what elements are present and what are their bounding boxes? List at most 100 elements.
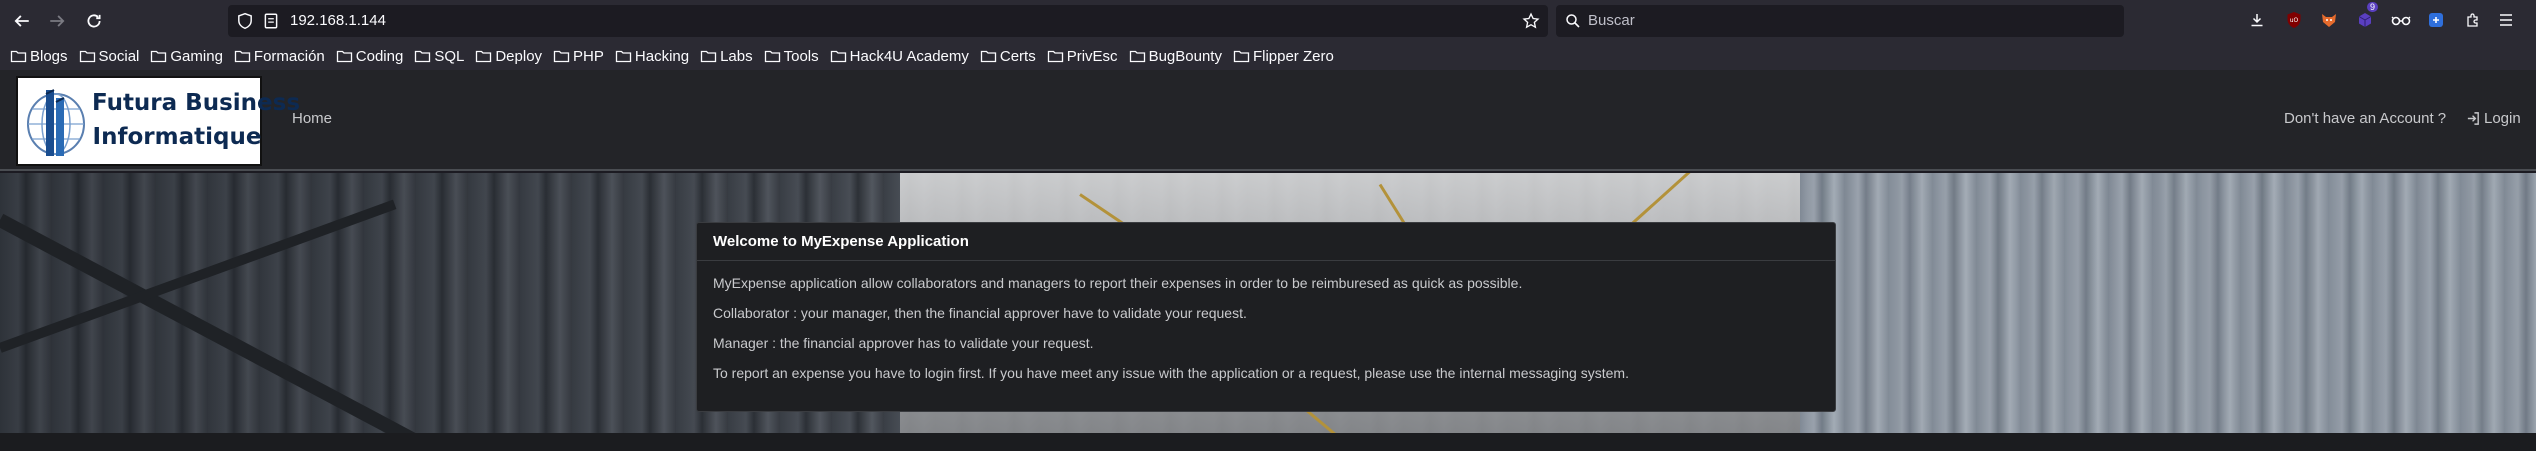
footer-strip <box>0 433 2536 451</box>
nav-login-label: Login <box>2484 110 2521 127</box>
logo-text-line1: Futura Business <box>92 90 301 116</box>
folder-icon <box>830 50 846 63</box>
welcome-paragraph: MyExpense application allow collaborator… <box>713 275 1523 291</box>
site-header: Futura Business Informatique Home Don't … <box>0 70 2536 171</box>
arrow-left-icon <box>14 15 29 27</box>
folder-icon <box>700 50 717 63</box>
nav-home-link[interactable]: Home <box>292 110 332 127</box>
menu-button[interactable] <box>2495 9 2517 31</box>
svg-text:uO: uO <box>2290 17 2299 24</box>
logo-text-line2: Informatique <box>92 124 262 150</box>
arrow-right-icon <box>50 15 65 27</box>
bookmark-folder[interactable]: PHP <box>553 48 604 65</box>
nav-login-link[interactable]: Login <box>2466 110 2521 127</box>
welcome-card: Welcome to MyExpense Application MyExpen… <box>696 222 1836 412</box>
bookmark-folder[interactable]: Deploy <box>475 48 542 65</box>
bookmark-label: Gaming <box>170 47 223 65</box>
welcome-card-body: MyExpense application allow collaborator… <box>697 261 1835 409</box>
wappalyzer-extension[interactable] <box>2390 9 2412 31</box>
folder-icon <box>476 50 492 63</box>
sign-in-icon <box>2467 112 2479 125</box>
ublock-icon: uO <box>2287 12 2301 28</box>
welcome-paragraph: To report an expense you have to login f… <box>713 365 1629 381</box>
bookmark-label: PrivEsc <box>1066 47 1118 65</box>
bookmark-label: BugBounty <box>1148 47 1222 65</box>
fox-icon <box>2322 14 2336 27</box>
bookmark-folder[interactable]: Certs <box>980 48 1036 65</box>
bookmark-folder[interactable]: Social <box>79 47 140 65</box>
bookmark-folder[interactable]: Formación <box>234 48 325 65</box>
bookmark-label: Coding <box>355 47 404 65</box>
downloads-button[interactable] <box>2246 9 2268 31</box>
cookie-editor-extension[interactable] <box>2425 9 2447 31</box>
folder-icon <box>151 50 167 63</box>
bookmarks-toolbar: Blogs Social Gaming Formación Coding SQL Deplo… <box>0 42 2536 70</box>
search-icon <box>1566 14 1580 28</box>
back-button[interactable] <box>7 6 37 36</box>
browser-toolbar: 192.168.1.144 Buscar uO 9 <box>0 0 2536 42</box>
folder-icon <box>336 50 352 63</box>
bookmark-label: Hack4U Academy <box>849 47 969 65</box>
welcome-card-title: Welcome to MyExpense Application <box>697 223 1835 261</box>
bookmark-label: Certs <box>999 47 1036 65</box>
reload-button[interactable] <box>79 6 109 36</box>
bookmark-label: Blogs <box>30 47 68 65</box>
url-text[interactable]: 192.168.1.144 <box>290 5 386 37</box>
folder-icon <box>1233 50 1250 63</box>
cube-icon <box>2358 13 2372 27</box>
folder-icon <box>615 50 632 63</box>
bookmark-folder[interactable]: Blogs <box>10 48 68 65</box>
bookmark-label: Flipper Zero <box>1252 47 1334 65</box>
hamburger-icon <box>2500 14 2512 26</box>
bookmark-folder[interactable]: SQL <box>414 48 464 65</box>
address-bar[interactable]: 192.168.1.144 <box>228 5 1548 37</box>
bookmark-folder[interactable]: PrivEsc <box>1047 48 1118 65</box>
folder-icon <box>10 50 27 63</box>
download-icon <box>2251 14 2263 27</box>
extensions-button[interactable] <box>2462 9 2484 31</box>
foxyproxy-extension[interactable] <box>2318 9 2340 31</box>
bookmark-label: Hacking <box>634 47 690 65</box>
badge-blue-icon <box>2429 13 2443 27</box>
bookmark-folder[interactable]: Flipper Zero <box>1233 48 1334 65</box>
shield-icon[interactable] <box>236 12 254 30</box>
bookmark-folder[interactable]: Tools <box>764 48 819 65</box>
extension-badge: 9 <box>2367 2 2379 12</box>
bookmark-label: PHP <box>573 47 604 65</box>
welcome-paragraph: Collaborator : your manager, then the fi… <box>713 305 1247 321</box>
bookmark-label: Labs <box>720 47 753 65</box>
hero-wall-decor <box>1800 173 2536 433</box>
forward-button[interactable] <box>42 6 72 36</box>
glasses-icon <box>2391 16 2411 26</box>
page-info-icon[interactable] <box>262 12 280 30</box>
hackbar-extension[interactable]: 9 <box>2354 2 2379 31</box>
reload-icon <box>87 14 101 28</box>
bookmark-folder[interactable]: BugBounty <box>1129 48 1222 65</box>
bookmark-folder[interactable]: Gaming <box>150 48 223 65</box>
bookmark-label: Deploy <box>495 47 543 65</box>
bookmark-label: SQL <box>434 47 465 65</box>
search-input[interactable]: Buscar <box>1588 5 1635 37</box>
folder-icon <box>764 50 780 63</box>
folder-icon <box>553 50 570 63</box>
bookmark-label: Tools <box>783 47 819 65</box>
folder-icon <box>980 50 997 63</box>
bookmark-label: Formación <box>253 47 325 65</box>
bookmark-folder[interactable]: Hacking <box>615 48 689 65</box>
search-bar[interactable]: Buscar <box>1556 5 2124 37</box>
ublock-extension[interactable]: uO <box>2283 9 2305 31</box>
folder-icon <box>1129 50 1145 63</box>
bookmark-label: Social <box>98 47 140 65</box>
bookmark-folder[interactable]: Hack4U Academy <box>830 48 969 65</box>
folder-icon <box>79 50 95 63</box>
folder-icon <box>1047 50 1063 63</box>
bookmark-folder[interactable]: Labs <box>700 48 753 65</box>
bookmark-star-icon[interactable] <box>1522 12 1540 30</box>
company-logo[interactable]: Futura Business Informatique <box>16 76 301 166</box>
welcome-paragraph: Manager : the financial approver has to … <box>713 335 1094 351</box>
folder-icon <box>234 50 251 63</box>
nav-register-link[interactable]: Don't have an Account ? <box>2284 110 2446 127</box>
bookmark-folder[interactable]: Coding <box>336 47 404 65</box>
puzzle-icon <box>2467 13 2478 27</box>
building-globe-icon <box>27 89 85 156</box>
